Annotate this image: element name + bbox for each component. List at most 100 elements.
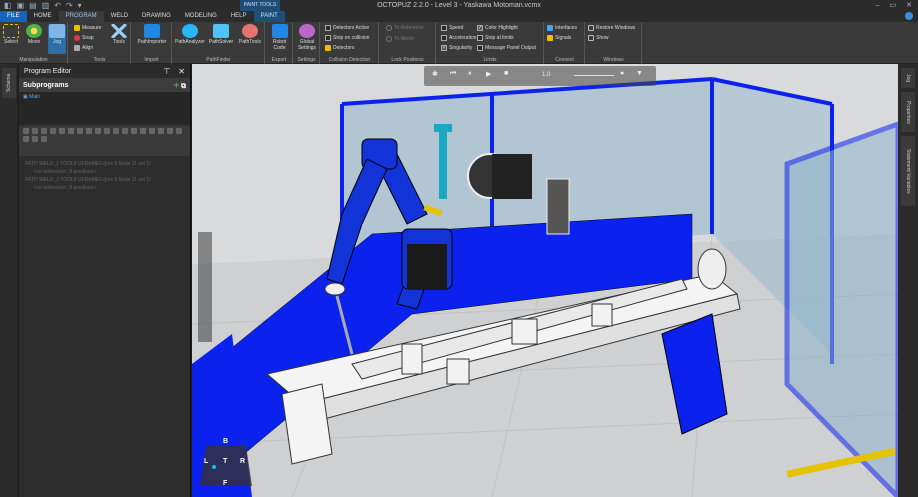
- dropdown-icon[interactable]: ▾: [78, 0, 82, 11]
- delete-icon[interactable]: [41, 136, 47, 142]
- speed-checkbox[interactable]: Speed: [441, 25, 463, 31]
- view-cube-left[interactable]: L: [204, 458, 208, 465]
- singularity-checkbox[interactable]: ✓ Singularity: [441, 45, 472, 51]
- statement-row[interactable]: <no references, 8 positions>: [19, 184, 190, 192]
- align-button[interactable]: Align: [74, 45, 93, 51]
- tab-schema[interactable]: Schema: [2, 68, 16, 98]
- detectors-active-checkbox[interactable]: Detectors Active: [325, 25, 369, 31]
- message-panel-output-checkbox[interactable]: Message Panel Output: [477, 45, 536, 51]
- jog-button[interactable]: Jog: [48, 24, 66, 54]
- subprogram-main[interactable]: ▣ Main: [23, 94, 186, 100]
- close-panel-icon[interactable]: ✕: [178, 67, 185, 76]
- delay-icon[interactable]: [122, 128, 128, 134]
- acceleration-checkbox[interactable]: Acceleration: [441, 35, 477, 41]
- global-settings-button[interactable]: Global Settings: [296, 24, 318, 51]
- add-subprogram-icon[interactable]: +: [174, 80, 179, 90]
- tab-weld[interactable]: WELD: [104, 11, 135, 22]
- tab-help[interactable]: HELP: [224, 11, 254, 22]
- tab-home[interactable]: HOME: [27, 11, 59, 22]
- if-icon[interactable]: [77, 128, 83, 134]
- pathtools-button[interactable]: PathTools: [236, 24, 264, 45]
- comment-icon[interactable]: [104, 128, 110, 134]
- move-button[interactable]: Move: [25, 24, 43, 45]
- statement-row[interactable]: PATH WELD_2 TOOL0 UFRAME0 (pos 8 fields …: [19, 176, 190, 184]
- settings-icon[interactable]: ✱: [432, 70, 438, 78]
- robot-base-motor: [407, 244, 447, 289]
- tab-paint[interactable]: PAINT: [253, 11, 285, 22]
- pause-icon[interactable]: ⏸: [468, 70, 472, 78]
- robot-code-button[interactable]: Robot Code: [268, 24, 291, 51]
- halt-icon[interactable]: [140, 128, 146, 134]
- minimize-button[interactable]: –: [876, 0, 880, 11]
- view-cube-top[interactable]: T: [223, 458, 227, 465]
- linear-motion-icon[interactable]: [23, 128, 29, 134]
- to-reference-label: To Reference: [394, 25, 424, 31]
- pathimporter-button[interactable]: PathImporter: [134, 24, 170, 45]
- restore-windows-button[interactable]: Restore Windows: [588, 25, 635, 31]
- play-icon[interactable]: ▶: [486, 70, 491, 78]
- pathsolver-button[interactable]: PathSolver: [207, 24, 235, 45]
- stop-at-limits-checkbox[interactable]: Stop at limits: [477, 35, 514, 41]
- stop-icon[interactable]: ■: [504, 70, 508, 77]
- tools-dropdown[interactable]: Tools: [109, 24, 129, 45]
- down-icon[interactable]: [32, 136, 38, 142]
- tab-modeling[interactable]: MODELING: [178, 11, 224, 22]
- snap-button[interactable]: Snap: [74, 35, 94, 41]
- interfaces-icon: [547, 25, 553, 31]
- help-icon[interactable]: [905, 12, 913, 20]
- color-highlight-checkbox[interactable]: ✓ Color Highlight: [477, 25, 518, 31]
- print-icon[interactable]: [113, 128, 119, 134]
- tab-drawing[interactable]: DRAWING: [135, 11, 178, 22]
- settings-icon[interactable]: [176, 128, 182, 134]
- show-icon: [588, 35, 594, 41]
- tab-program[interactable]: PROGRAM: [58, 11, 104, 22]
- stop-on-collision-checkbox[interactable]: Stop on collision: [325, 35, 369, 41]
- detectors-dropdown[interactable]: Detectors: [325, 45, 354, 51]
- filter-icon[interactable]: ▼: [636, 70, 643, 77]
- statement-row[interactable]: PATH WELD_1 TOOL0 UFRAME0 (pos 8 fields …: [19, 160, 190, 168]
- statement-row[interactable]: <no references, 8 positions>: [19, 168, 190, 176]
- print-icon[interactable]: ▥: [42, 0, 50, 11]
- 3d-viewport[interactable]: ✱ ⏮ ⏸ ▶ ■ 1.0 ● ▼ B L T R F: [192, 64, 898, 497]
- interfaces-button[interactable]: Interfaces: [547, 25, 577, 31]
- view-cube[interactable]: B L T R F: [194, 438, 258, 494]
- break-icon[interactable]: [149, 128, 155, 134]
- rewind-icon[interactable]: ⏮: [450, 70, 456, 78]
- tab-jog[interactable]: Jog: [901, 68, 915, 88]
- record-icon[interactable]: ●: [620, 70, 624, 77]
- call-icon[interactable]: [95, 128, 101, 134]
- tab-properties[interactable]: Properties: [901, 92, 915, 132]
- close-button[interactable]: ✕: [906, 0, 912, 11]
- circular-motion-icon[interactable]: [41, 128, 47, 134]
- view-cube-back[interactable]: B: [223, 438, 228, 445]
- maximize-button[interactable]: ▭: [890, 0, 897, 11]
- undo-icon[interactable]: ↶: [54, 0, 61, 11]
- speed-slider[interactable]: [574, 75, 614, 76]
- view-cube-right[interactable]: R: [240, 458, 245, 465]
- to-reference-radio[interactable]: To Reference: [386, 25, 424, 31]
- open-icon[interactable]: ▤: [29, 0, 37, 11]
- view-cube-front[interactable]: F: [223, 480, 227, 487]
- pathanalyzer-button[interactable]: PathAnalyzer: [174, 24, 206, 45]
- grid-icon[interactable]: [167, 128, 173, 134]
- tab-file[interactable]: FILE: [0, 11, 27, 22]
- select-button[interactable]: Select: [2, 24, 20, 45]
- tab-statement-variables[interactable]: Statement Variables: [901, 136, 915, 206]
- copy-icon[interactable]: ⧉: [181, 83, 186, 90]
- save-icon[interactable]: ▣: [17, 0, 25, 11]
- signals-button[interactable]: Signals: [547, 35, 571, 41]
- signal-icon[interactable]: [59, 128, 65, 134]
- return-icon[interactable]: [131, 128, 137, 134]
- joint-motion-icon[interactable]: [32, 128, 38, 134]
- redo-icon[interactable]: ↷: [66, 0, 73, 11]
- wait-icon[interactable]: [68, 128, 74, 134]
- pin-icon[interactable]: ⊤: [163, 67, 170, 76]
- up-icon[interactable]: [23, 136, 29, 142]
- while-icon[interactable]: [86, 128, 92, 134]
- show-dropdown[interactable]: Show: [588, 35, 609, 41]
- path-icon[interactable]: [50, 128, 56, 134]
- assign-icon[interactable]: [158, 128, 164, 134]
- to-world-radio[interactable]: To World: [386, 36, 414, 42]
- viewport-side-controls[interactable]: [198, 232, 212, 342]
- measure-button[interactable]: Measure: [74, 25, 101, 31]
